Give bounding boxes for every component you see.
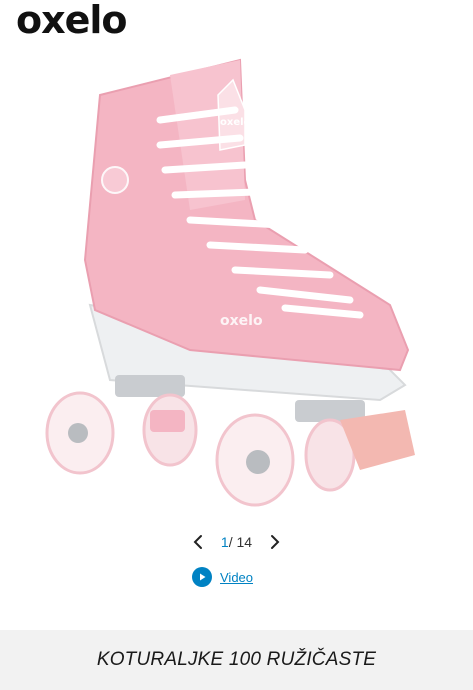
video-link-label: Video — [220, 569, 254, 585]
product-title: KOTURALJKE 100 RUŽIČASTE — [96, 649, 377, 670]
image-counter-separator: / — [228, 534, 233, 550]
previous-image-button[interactable] — [189, 533, 207, 551]
product-page: oxelo oxelo oxelo 1/ 14 Video KOTURALJKE… — [0, 0, 473, 690]
product-image-roller-skate[interactable]: oxelo oxelo — [40, 50, 440, 520]
chevron-right-icon — [271, 535, 280, 549]
side-brand-text: oxelo — [220, 313, 263, 329]
tongue-brand-text: oxelo — [220, 117, 251, 128]
current-image-number: 1 — [220, 534, 229, 550]
video-link[interactable]: Video — [192, 567, 253, 587]
chevron-left-icon — [193, 535, 202, 549]
play-icon — [192, 567, 212, 587]
brand-logo[interactable]: oxelo — [16, 0, 128, 40]
image-counter: 1/ 14 — [221, 534, 252, 550]
image-pager: 1/ 14 — [0, 530, 473, 554]
total-image-count: 14 — [236, 534, 253, 550]
next-image-button[interactable] — [266, 533, 284, 551]
product-title-band: KOTURALJKE 100 RUŽIČASTE — [0, 630, 473, 690]
